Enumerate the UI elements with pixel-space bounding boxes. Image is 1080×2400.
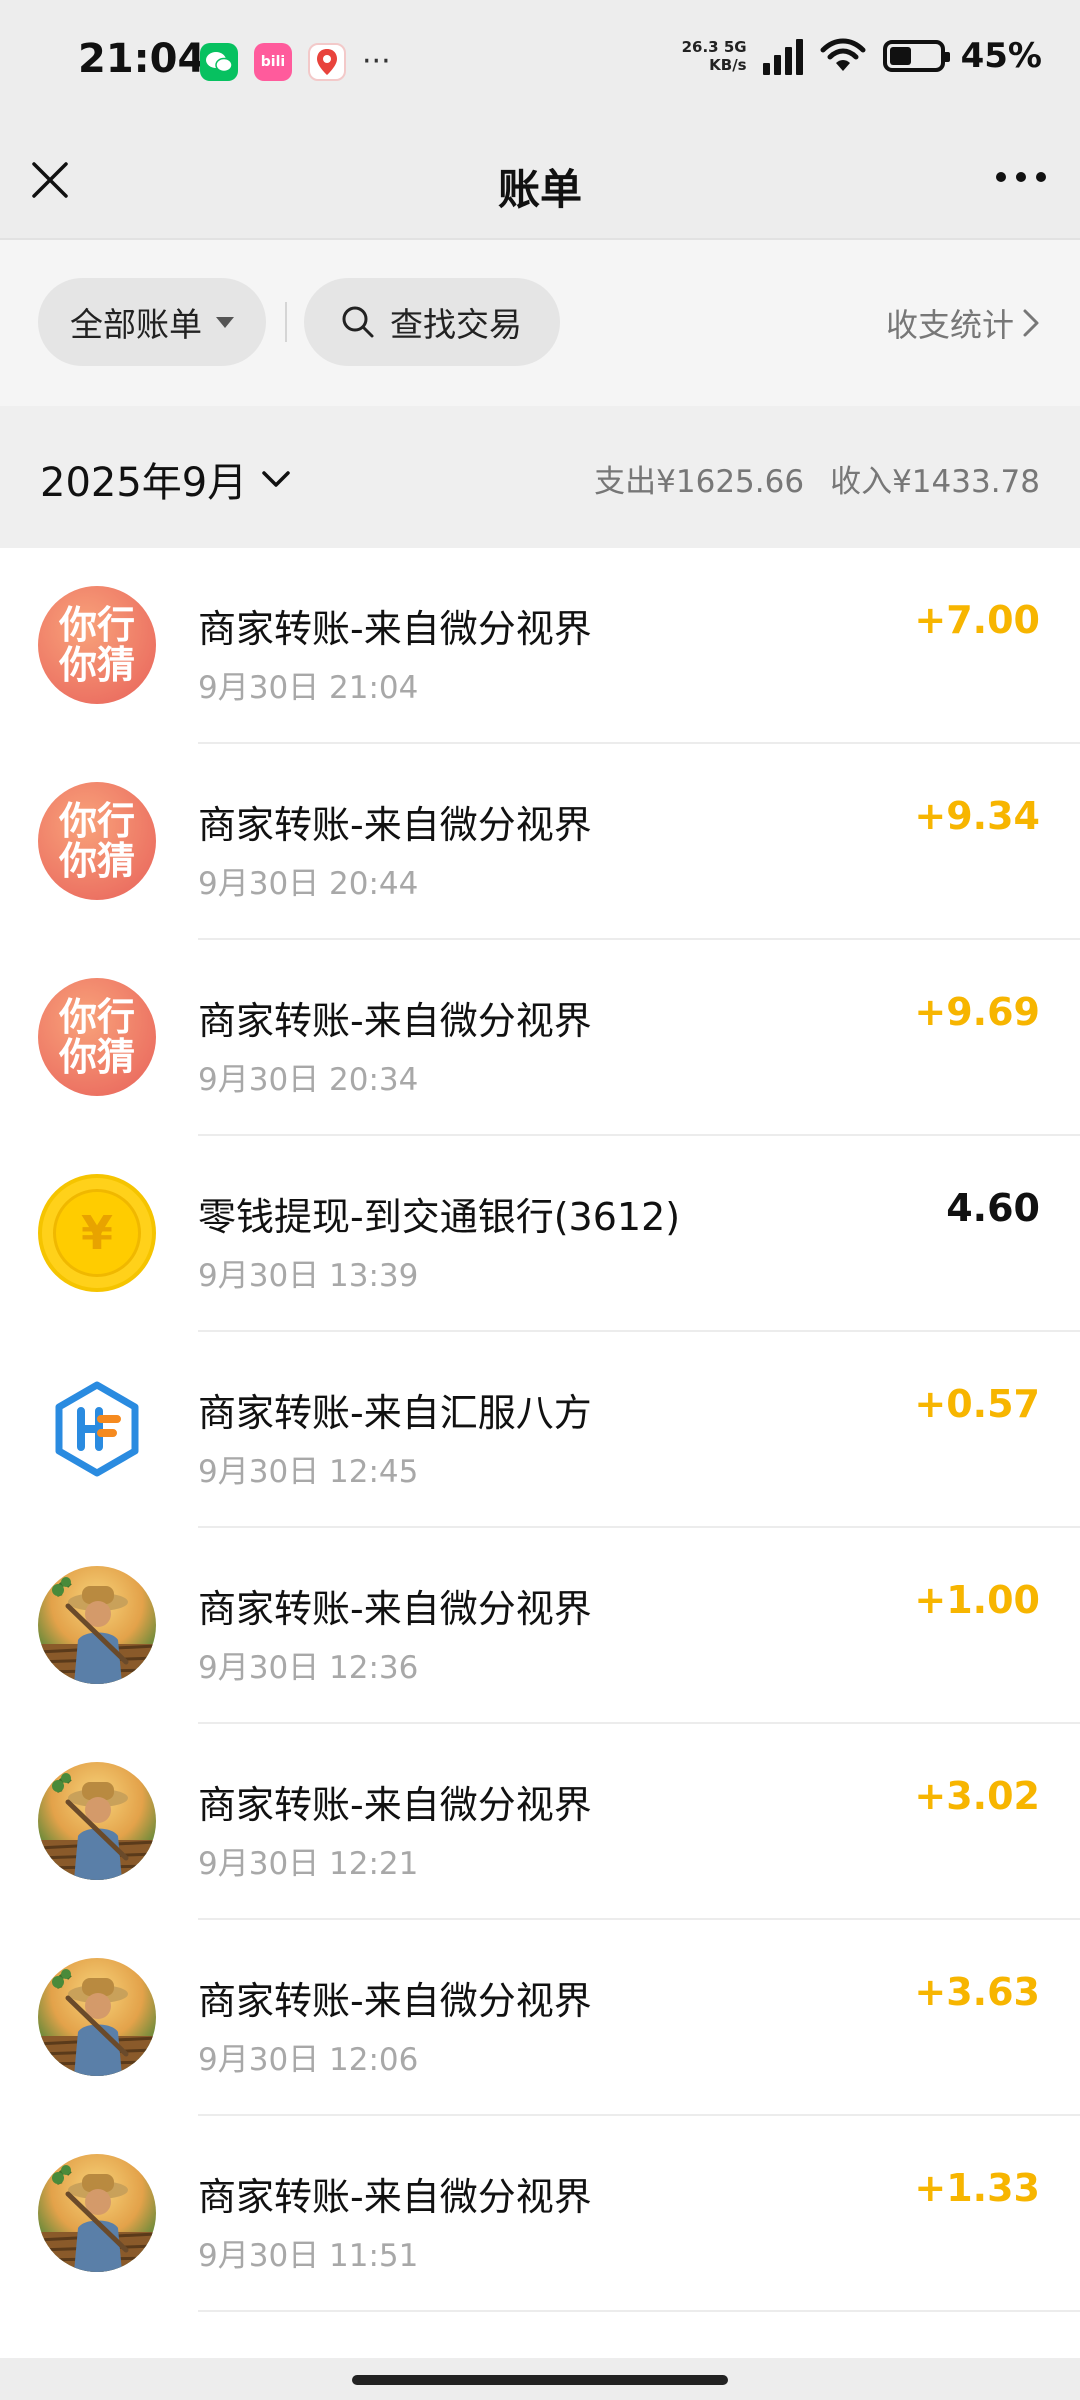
transaction-title: 商家转账-来自微分视界 [198, 1783, 592, 1827]
transaction-time: 9月30日 12:36 [198, 1650, 419, 1686]
wifi-icon [820, 38, 866, 71]
merchant-avatar-guess: 你行 你猜 [38, 586, 156, 704]
transaction-row[interactable]: 商家转账-来自微分视界 9月30日 12:36 +1.00 [0, 1528, 1080, 1724]
transaction-amount: 4.60 [946, 1186, 1040, 1230]
transaction-amount: +7.00 [914, 598, 1040, 642]
transaction-amount: +3.02 [914, 1774, 1040, 1818]
month-expense: 支出¥1625.66 [594, 464, 805, 500]
transaction-amount: +3.63 [914, 1970, 1040, 2014]
bilibili-icon: bili [254, 43, 292, 81]
transaction-amount: +0.57 [914, 1382, 1040, 1426]
transaction-time: 9月30日 20:34 [198, 1062, 419, 1098]
avatar-text-line: 你猜 [58, 839, 135, 883]
merchant-avatar-guess: 你行 你猜 [38, 782, 156, 900]
transaction-title: 商家转账-来自微分视界 [198, 999, 592, 1043]
network-type: 5G [723, 38, 747, 56]
huifu-logo-icon [38, 1370, 156, 1488]
avatar-text-line: 你猜 [58, 643, 135, 687]
network-speed-unit: KB/s [709, 56, 747, 74]
month-income: 收入¥1433.78 [830, 464, 1040, 500]
transaction-amount: +1.33 [914, 2166, 1040, 2210]
map-icon [308, 43, 346, 81]
transaction-time: 9月30日 21:04 [198, 670, 419, 706]
transaction-title: 商家转账-来自微分视界 [198, 1587, 592, 1631]
search-icon [342, 306, 374, 338]
page-title: 账单 [497, 165, 582, 214]
farmer-avatar-image [38, 2154, 156, 2272]
month-label: 2025年9月 [40, 460, 248, 506]
home-indicator-area [0, 2358, 1080, 2400]
transaction-title: 商家转账-来自微分视界 [198, 2175, 592, 2219]
all-bills-label: 全部账单 [70, 305, 202, 344]
chevron-right-icon [1023, 309, 1039, 337]
transaction-time: 9月30日 12:06 [198, 2042, 419, 2078]
transaction-amount: +1.00 [914, 1578, 1040, 1622]
stats-label: 收支统计 [885, 306, 1014, 344]
yuan-symbol: ¥ [53, 1189, 141, 1277]
status-bar: 21:04 bili ··· 26.3 5G KB/s 45% [0, 0, 1080, 120]
yuan-coin-icon: ¥ [38, 1174, 156, 1292]
transaction-amount: +9.69 [914, 990, 1040, 1034]
dropdown-triangle-icon [216, 316, 234, 328]
more-options-icon[interactable] [996, 172, 1046, 182]
network-speed-value: 26.3 [681, 38, 719, 56]
farmer-avatar-image [38, 1958, 156, 2076]
chevron-down-icon [262, 471, 290, 487]
avatar-text-line: 你猜 [58, 1035, 135, 1079]
avatar-text-line: 你行 [58, 603, 135, 647]
transaction-title: 商家转账-来自微分视界 [198, 803, 592, 847]
transaction-row[interactable]: 你行 你猜 商家转账-来自微分视界 9月30日 21:04 +7.00 [0, 548, 1080, 744]
month-header: 2025年9月 支出¥1625.66 收入¥1433.78 [0, 406, 1080, 548]
status-app-icons: bili ··· [200, 43, 391, 81]
transaction-row[interactable]: 你行 你猜 商家转账-来自微分视界 9月30日 20:34 +9.69 [0, 940, 1080, 1136]
transaction-row[interactable]: 商家转账-来自微分视界 9月30日 11:51 +1.33 [0, 2116, 1080, 2312]
month-selector[interactable]: 2025年9月 [40, 450, 291, 508]
transaction-time: 9月30日 11:51 [198, 2238, 419, 2274]
avatar-text-line: 你行 [58, 995, 135, 1039]
row-divider [198, 2310, 1080, 2312]
filter-separator [285, 302, 287, 342]
transaction-row[interactable]: 商家转账-来自汇服八方 9月30日 12:45 +0.57 [0, 1332, 1080, 1528]
farmer-avatar-image [38, 1762, 156, 1880]
battery-icon [882, 40, 950, 72]
month-summary: 支出¥1625.66 收入¥1433.78 [594, 456, 1040, 501]
income-expense-stats-link[interactable]: 收支统计 [886, 300, 1040, 346]
search-label: 查找交易 [390, 305, 522, 344]
transaction-amount: +9.34 [914, 794, 1040, 838]
farmer-avatar-image [38, 1566, 156, 1684]
transaction-row[interactable]: ¥ 零钱提现-到交通银行(3612) 9月30日 13:39 4.60 [0, 1136, 1080, 1332]
transaction-title: 商家转账-来自微分视界 [198, 607, 592, 651]
battery-percent: 45% [960, 36, 1042, 76]
wechat-icon [200, 43, 238, 81]
more-notifications-icon: ··· [362, 44, 391, 79]
status-indicators: 26.3 5G KB/s 45% [682, 36, 1042, 76]
transaction-title: 零钱提现-到交通银行(3612) [198, 1195, 681, 1239]
status-time: 21:04 [78, 36, 206, 82]
avatar-text-line: 你行 [58, 799, 135, 843]
transaction-time: 9月30日 20:44 [198, 866, 419, 902]
transaction-time: 9月30日 13:39 [198, 1258, 419, 1294]
transaction-time: 9月30日 12:45 [198, 1454, 419, 1490]
transaction-row[interactable]: 你行 你猜 商家转账-来自微分视界 9月30日 20:44 +9.34 [0, 744, 1080, 940]
transaction-title: 商家转账-来自微分视界 [198, 1979, 592, 2023]
battery-level [889, 47, 912, 65]
search-transactions-button[interactable]: 查找交易 [304, 278, 560, 366]
home-indicator[interactable] [352, 2375, 728, 2385]
transaction-list: 你行 你猜 商家转账-来自微分视界 9月30日 21:04 +7.00 你行 你猜 商家转账-… [0, 548, 1080, 2358]
transaction-time: 9月30日 12:21 [198, 1846, 419, 1882]
cellular-signal-icon [762, 37, 803, 75]
filter-row: 全部账单 查找交易 收支统计 [0, 240, 1080, 406]
all-bills-filter-button[interactable]: 全部账单 [38, 278, 266, 366]
transaction-row[interactable]: 商家转账-来自微分视界 9月30日 12:06 +3.63 [0, 1920, 1080, 2116]
transaction-row[interactable]: 商家转账-来自微分视界 9月30日 12:21 +3.02 [0, 1724, 1080, 1920]
transaction-title: 商家转账-来自汇服八方 [198, 1391, 592, 1435]
merchant-avatar-guess: 你行 你猜 [38, 978, 156, 1096]
navigation-bar: 账单 [0, 120, 1080, 240]
network-speed: 26.3 5G KB/s [682, 38, 747, 74]
